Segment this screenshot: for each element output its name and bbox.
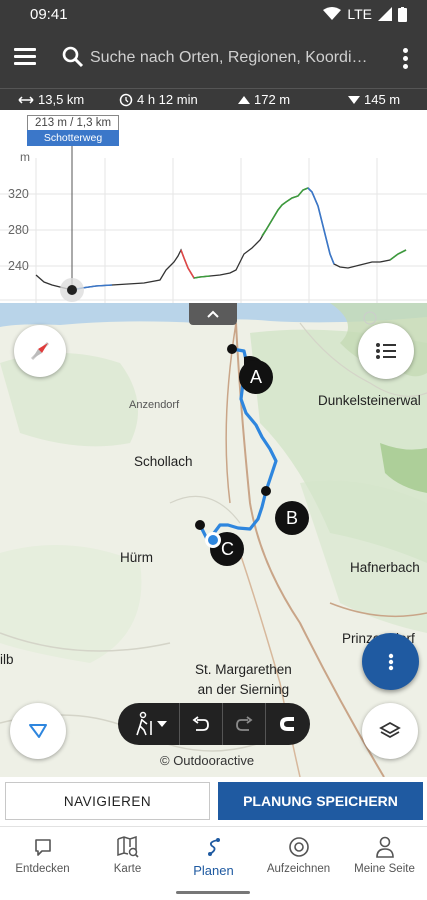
nav-label-planen: Planen [193,863,234,878]
nav-item-entdecken[interactable]: Entdecken [0,835,85,875]
map-label-left-edge: ilb [0,652,14,667]
status-icons: LTE [323,6,407,22]
search-icon[interactable] [62,46,84,68]
more-actions-fab[interactable] [362,633,419,690]
status-bar: 09:41 LTE [0,0,427,30]
nav-item-planen[interactable]: Planen [171,835,256,878]
map-view[interactable]: A B C Dunkelsteinerwal Anzendorf Scholla… [0,303,427,777]
y-tick-280: 280 [8,223,29,237]
compass-button[interactable] [14,325,66,377]
profile-collapse-button[interactable] [189,303,237,325]
nav-label-aufzeichnen: Aufzeichnen [266,863,331,875]
map-label-st-margarethen-line2: an der Sierning [197,682,290,697]
chevron-up-icon [207,310,219,318]
map-label-hafnerbach: Hafnerbach [350,560,420,575]
magnet-snap-button[interactable] [266,703,310,745]
elevation-flat-segment [71,187,335,291]
nav-item-aufzeichnen[interactable]: Aufzeichnen [256,835,341,875]
save-plan-button[interactable]: PLANUNG SPEICHERN [218,782,423,820]
status-time: 09:41 [30,6,68,23]
list-icon [376,343,396,359]
map-label-hurm: Hürm [120,550,153,565]
compass-icon [30,341,50,361]
more-options-icon[interactable] [403,48,409,70]
magnet-icon [280,717,294,731]
ascent-icon [238,95,250,104]
map-layers-button[interactable] [362,703,418,759]
clock-icon [119,93,133,106]
filter-button[interactable] [10,703,66,759]
map-label-anzendorf: Anzendorf [129,399,180,411]
descent-value: 145 m [364,92,401,107]
caret-down-icon [156,721,167,727]
descent-icon [348,95,360,104]
route-plan-icon [207,838,220,856]
elevation-steep-segment [180,249,195,279]
funnel-icon [29,724,47,738]
stat-ascent: 172 m [238,92,290,107]
elevation-line [35,187,407,291]
action-bar: NAVIGIEREN PLANUNG SPEICHERN [0,777,427,825]
redo-icon [236,716,253,731]
nav-label-entdecken: Entdecken [15,863,70,875]
network-label: LTE [347,6,372,22]
menu-icon[interactable] [14,48,36,66]
signal-icon [378,7,392,21]
y-axis-unit: m [20,150,30,164]
distance-value: 13,5 km [38,92,85,107]
top-app-bar [0,30,427,88]
search-input[interactable] [90,45,380,71]
map-label-st-margarethen: St. Margarethen an der Sierning [195,660,292,700]
activity-type-select[interactable] [118,703,180,745]
planning-toolbar [118,703,310,745]
waypoint-c-label: C [221,539,234,559]
battery-icon [398,6,407,22]
map-search-icon [116,836,139,858]
tooltip-value: 213 m / 1,3 km [27,115,119,130]
nav-item-meine-seite[interactable]: Meine Seite [342,835,427,875]
navigate-button[interactable]: NAVIGIEREN [5,782,210,820]
record-icon [288,837,309,857]
profile-cursor-marker[interactable] [67,285,77,295]
map-label-schollach: Schollach [134,454,193,469]
duration-value: 4 h 12 min [137,92,198,107]
waypoint-a-label: A [250,367,262,387]
layers-icon [379,721,401,739]
distance-icon [18,95,34,104]
y-tick-240: 240 [8,259,29,273]
nav-label-meine-seite: Meine Seite [354,863,415,875]
undo-icon [192,716,209,731]
y-tick-320: 320 [8,187,29,201]
stat-distance: 13,5 km [18,92,84,107]
map-label-dunkelsteinerwald: Dunkelsteinerwal [318,393,421,408]
chat-bubble-icon [34,839,51,856]
elevation-uphill-segment [193,187,407,279]
stat-descent: 145 m [348,92,400,107]
redo-button[interactable] [223,703,266,745]
nav-item-karte[interactable]: Karte [85,835,170,875]
ascent-value: 172 m [254,92,291,107]
map-copyright: © Outdooractive [160,753,255,768]
elevation-profile[interactable]: m 320 280 240 213 m / 1,3 km Schotterweg [0,110,427,303]
tooltip-surface-label: Schotterweg [27,130,119,146]
bottom-navigation: Entdecken Karte Planen Aufzeichnen Meine… [0,826,427,900]
undo-button[interactable] [180,703,223,745]
hiker-icon [135,711,152,736]
home-indicator[interactable] [176,891,250,894]
stat-duration: 4 h 12 min [119,92,198,107]
profile-tooltip: 213 m / 1,3 km Schotterweg [27,115,119,146]
waypoint-b-label: B [286,508,298,528]
nav-label-karte: Karte [113,863,142,875]
vertical-dots-icon [388,653,393,670]
map-label-st-margarethen-line1: St. Margarethen [195,662,292,677]
route-stats-bar: 13,5 km 4 h 12 min 172 m 145 m [0,88,427,110]
route-list-button[interactable] [358,323,414,379]
profile-icon [375,836,394,858]
wifi-icon [323,7,342,20]
